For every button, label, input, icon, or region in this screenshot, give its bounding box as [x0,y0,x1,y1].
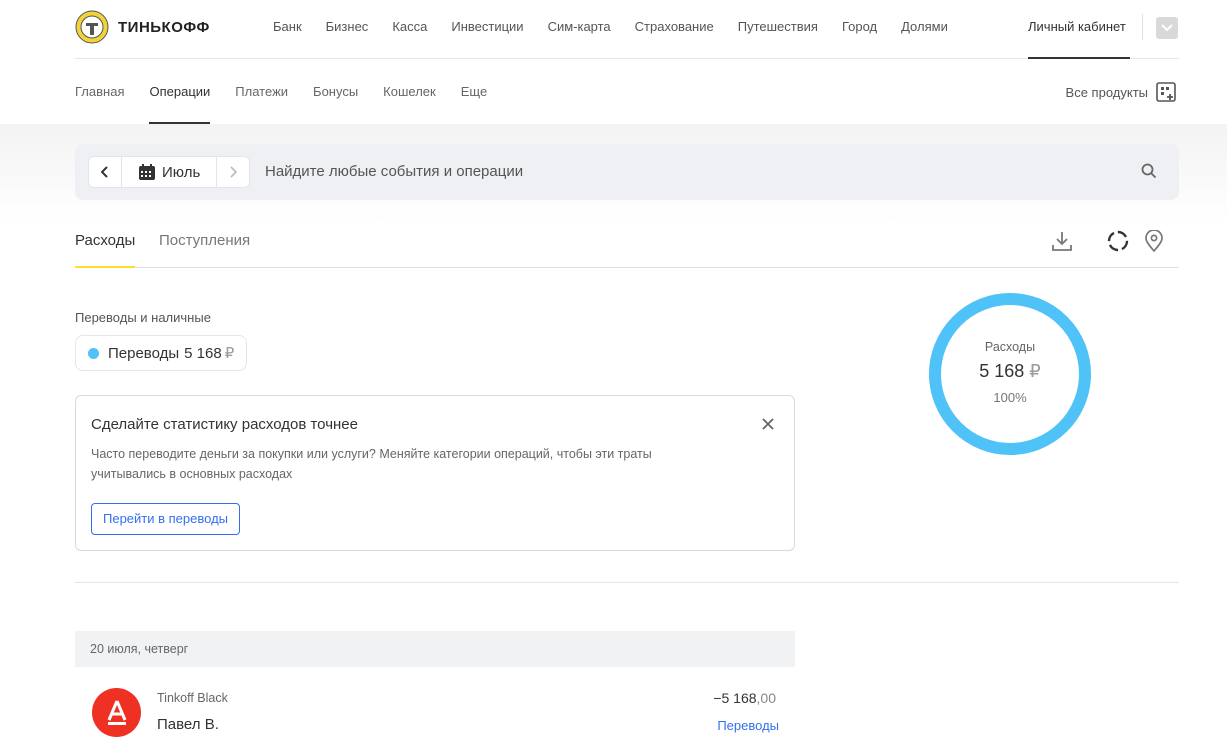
tab-expenses[interactable]: Расходы [75,232,136,268]
close-icon[interactable] [762,418,774,430]
operation-avatar[interactable] [92,688,141,737]
category-chip-amount: 5 168 [184,344,222,362]
topnav-travel[interactable]: Путешествия [738,19,818,34]
tip-text: Часто переводите деньги за покупки или у… [91,447,652,481]
chevron-left-icon [101,166,108,178]
date-label: 20 июля, четверг [90,642,189,656]
category-chip-name: Переводы [108,344,180,362]
tip-card: Сделайте статистику расходов точнее Част… [75,395,795,551]
operation-title[interactable]: Павел В. [157,716,219,733]
subnav-wallet[interactable]: Кошелек [383,60,436,124]
donut-amount-value: 5 168 [979,361,1025,381]
donut-amount: 5 168 ₽ [926,361,1094,382]
operation-amount-cents: ,00 [756,690,776,706]
topnav-investments[interactable]: Инвестиции [451,19,523,34]
donut-label: Расходы [984,340,1036,354]
operation-amount: −5 168,00 [713,690,776,706]
operation-amount-main: −5 168 [713,690,757,706]
all-products-label: Все продукты [1065,84,1148,100]
topnav-business[interactable]: Бизнес [326,19,369,34]
subnav-main[interactable]: Главная [75,60,124,124]
search-bar: Июль Найдите любые события и операции [75,144,1179,200]
subnav-payments[interactable]: Платежи [235,60,288,124]
month-selector: Июль [88,156,251,188]
topnav-bank[interactable]: Банк [273,19,302,34]
category-color-dot [88,347,99,359]
currency-sign: ₽ [224,345,235,362]
subnav-more[interactable]: Еще [461,60,487,124]
topnav-dolyami[interactable]: Долями [901,19,948,34]
subnav-bonuses[interactable]: Бонусы [313,60,358,124]
section-divider [75,582,1179,583]
next-month-button[interactable] [217,157,249,187]
donut-view-icon[interactable] [1107,230,1129,252]
download-icon[interactable] [1051,230,1073,252]
alfa-bank-logo-icon [107,699,126,725]
operations-tabs: Расходы Поступления [75,216,1179,268]
tip-title: Сделайте статистику расходов точнее [91,416,358,433]
prev-month-button[interactable] [89,157,121,187]
donut-currency: ₽ [1029,361,1041,381]
topnav-city[interactable]: Город [842,19,877,34]
month-picker[interactable]: Июль [121,157,218,187]
category-chip[interactable]: Переводы 5 168 ₽ [75,335,248,371]
operation-card-name: Tinkoff Black [157,691,228,705]
all-products-button[interactable]: Все продукты [1066,82,1176,102]
top-header: ТИНЬКОФФ Банк Бизнес Касса Инвестиции Си… [0,0,1227,60]
brand-name: ТИНЬКОФФ [118,18,210,36]
header-divider [1142,14,1143,40]
grid-plus-icon [1156,82,1176,102]
donut-percent: 100% [993,390,1027,405]
date-group-header: 20 июля, четверг [75,631,795,667]
go-to-transfers-button[interactable]: Перейти в переводы [91,503,241,535]
topnav-insurance[interactable]: Страхование [635,19,714,34]
sub-nav: Главная Операции Платежи Бонусы Кошелек … [0,60,1227,124]
chevron-down-icon [1161,24,1173,32]
user-menu-button[interactable] [1156,17,1178,39]
operation-category-link[interactable]: Переводы [717,718,779,733]
top-nav: Банк Бизнес Касса Инвестиции Сим-карта С… [273,19,972,34]
month-label: Июль [162,163,201,181]
chevron-right-icon [230,166,238,178]
category-group-title: Переводы и наличные [75,310,211,325]
calendar-icon [139,164,155,180]
tab-income[interactable]: Поступления [159,232,250,266]
subnav-operations[interactable]: Операции [149,60,210,124]
topnav-sim[interactable]: Сим-карта [548,19,611,34]
cabinet-label: Личный кабинет [1028,19,1126,34]
brand-emblem-icon [75,10,109,44]
brand-logo[interactable]: ТИНЬКОФФ [75,10,210,44]
personal-cabinet-link[interactable]: Личный кабинет [1028,0,1130,59]
map-pin-icon[interactable] [1144,230,1164,252]
search-input[interactable]: Найдите любые события и операции [265,163,523,180]
search-icon[interactable] [1141,163,1157,179]
topnav-kassa[interactable]: Касса [392,19,427,34]
